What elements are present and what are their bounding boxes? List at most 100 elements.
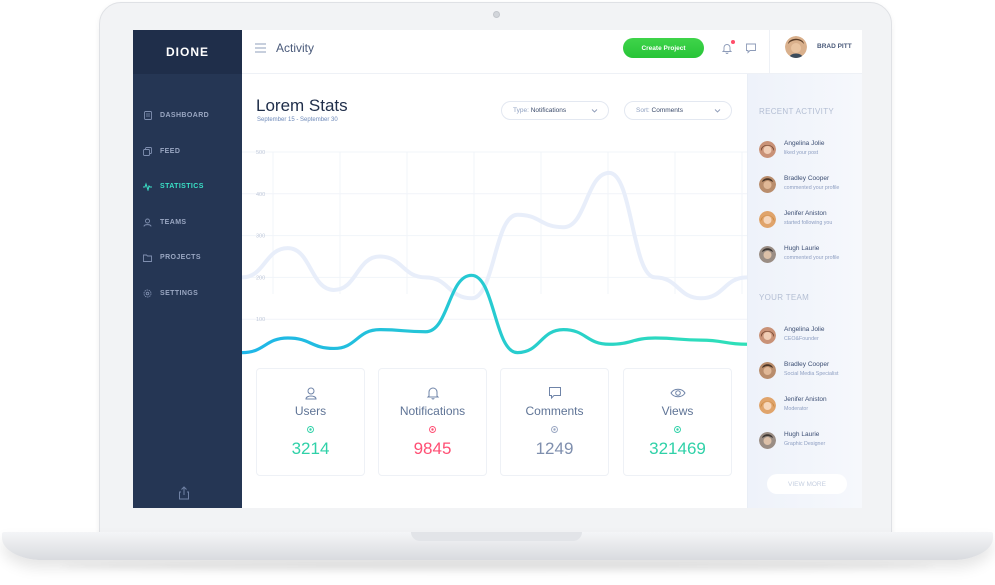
team-item[interactable]: Jenifer Aniston Moderator — [759, 395, 859, 417]
team-member-role: Graphic Designer — [784, 441, 826, 447]
stat-value: 3214 — [291, 439, 330, 458]
page-title: Activity — [276, 41, 315, 55]
brand-logo[interactable]: DIONE — [133, 30, 242, 74]
team-item[interactable]: Bradley Cooper Social Media Specialist — [759, 360, 859, 382]
stat-card-comments[interactable]: Comments 1249 — [500, 368, 609, 476]
activity-desc: commented your profile — [784, 185, 840, 191]
activity-item[interactable]: Jenifer Aniston started following you — [759, 209, 859, 231]
team-member-role: CEO&Founder — [784, 336, 819, 342]
type-filter-dropdown[interactable]: Type: Notifications — [501, 101, 609, 120]
sidebar-item-teams[interactable]: TEAMS — [133, 205, 242, 241]
laptop-mockup: DIONE DASHBOARD FEED STATISTICS TEAMS PR… — [0, 0, 995, 585]
team-member-role: Moderator — [784, 406, 809, 412]
right-panel: RECENT ACTIVITY Angelina Jolie liked you… — [747, 74, 862, 508]
gear-icon — [143, 289, 152, 298]
stat-label: Comments — [525, 404, 584, 418]
laptop-shadow — [60, 561, 935, 571]
activity-desc: started following you — [784, 220, 833, 226]
avatar — [759, 327, 776, 344]
activity-desc: liked your post — [784, 150, 819, 156]
activity-item[interactable]: Bradley Cooper commented your profile — [759, 174, 859, 196]
stat-card-notifications[interactable]: Notifications 9845 — [378, 368, 487, 476]
chat-icon[interactable] — [745, 41, 757, 54]
folder-icon — [143, 253, 152, 262]
stat-label: Views — [661, 404, 694, 418]
stat-value: 1249 — [535, 439, 574, 458]
dropdown-key: Sort: — [636, 107, 650, 114]
file-icon — [143, 111, 152, 121]
y-tick-label: 400 — [256, 192, 265, 198]
sidebar-item-label: PROJECTS — [160, 254, 201, 262]
avatar — [759, 432, 776, 449]
main-content: Lorem Stats September 15 - September 30 … — [242, 74, 747, 508]
sidebar-item-statistics[interactable]: STATISTICS — [133, 169, 242, 205]
recent-activity-heading: RECENT ACTIVITY — [759, 107, 835, 116]
user-icon — [143, 218, 152, 227]
activity-line-chart: 500 400 300 200 100 — [242, 150, 747, 355]
notification-dot — [731, 40, 735, 44]
share-icon[interactable] — [177, 486, 191, 500]
team-item[interactable]: Angelina Jolie CEO&Founder — [759, 325, 859, 347]
y-tick-label: 300 — [256, 234, 265, 240]
avatar — [759, 211, 776, 228]
stat-value: 321469 — [649, 439, 706, 458]
avatar — [759, 141, 776, 158]
avatar — [759, 397, 776, 414]
series-line-primary — [242, 273, 747, 355]
activity-item[interactable]: Angelina Jolie liked your post — [759, 139, 859, 161]
bell-icon — [426, 387, 439, 400]
sidebar-item-label: STATISTICS — [160, 183, 204, 191]
hamburger-menu-icon[interactable] — [255, 43, 266, 53]
user-name[interactable]: BRAD PITT — [817, 43, 852, 50]
activity-name: Hugh Laurie — [784, 245, 820, 252]
activity-item[interactable]: Hugh Laurie commented your profile — [759, 244, 859, 266]
stats-title: Lorem Stats — [256, 96, 348, 115]
stat-card-views[interactable]: Views 321469 — [623, 368, 732, 476]
dropdown-value: Notifications — [530, 107, 567, 114]
team-item[interactable]: Hugh Laurie Graphic Designer — [759, 430, 859, 452]
dropdown-key: Type: — [513, 107, 529, 114]
avatar — [759, 362, 776, 379]
team-member-name: Bradley Cooper — [784, 361, 830, 368]
team-member-name: Hugh Laurie — [784, 431, 820, 438]
sidebar-item-settings[interactable]: SETTINGS — [133, 276, 242, 312]
status-dot-icon — [307, 426, 314, 433]
stat-label: Notifications — [399, 404, 466, 418]
eye-icon — [669, 388, 686, 398]
y-tick-label: 100 — [256, 317, 265, 323]
top-bar: Activity Create Project BRAD PITT — [242, 30, 862, 74]
sidebar-item-label: DASHBOARD — [160, 112, 210, 120]
chat-icon — [548, 387, 561, 400]
sort-filter-dropdown[interactable]: Sort: Comments — [624, 101, 732, 120]
chevron-down-icon — [714, 109, 721, 113]
sidebar-item-label: TEAMS — [160, 218, 187, 226]
your-team-heading: YOUR TEAM — [759, 293, 810, 302]
dropdown-value: Comments — [651, 107, 683, 114]
stat-card-users[interactable]: Users 3214 — [256, 368, 365, 476]
create-project-button[interactable]: Create Project — [623, 38, 704, 58]
sidebar-item-projects[interactable]: PROJECTS — [133, 240, 242, 276]
avatar[interactable] — [785, 36, 807, 58]
sidebar-item-dashboard[interactable]: DASHBOARD — [133, 98, 242, 134]
avatar — [759, 246, 776, 263]
sidebar: DIONE DASHBOARD FEED STATISTICS TEAMS PR… — [133, 30, 242, 508]
avatar — [759, 176, 776, 193]
copy-icon — [143, 146, 152, 156]
divider — [769, 30, 770, 74]
status-dot-icon — [551, 426, 558, 433]
team-member-name: Angelina Jolie — [784, 326, 825, 333]
sidebar-item-label: SETTINGS — [160, 289, 199, 297]
stat-value: 9845 — [413, 439, 452, 458]
sidebar-item-feed[interactable]: FEED — [133, 134, 242, 170]
view-more-button[interactable]: VIEW MORE — [767, 474, 847, 494]
sidebar-nav: DASHBOARD FEED STATISTICS TEAMS PROJECTS… — [133, 98, 242, 311]
stats-date-range: September 15 - September 30 — [257, 117, 338, 123]
y-tick-label: 200 — [256, 275, 265, 281]
team-member-role: Social Media Specialist — [784, 371, 839, 377]
activity-name: Angelina Jolie — [784, 140, 825, 147]
stat-label: Users — [294, 404, 327, 418]
activity-name: Jenifer Aniston — [784, 210, 827, 217]
sidebar-item-label: FEED — [160, 147, 181, 155]
team-member-name: Jenifer Aniston — [784, 396, 827, 403]
activity-name: Bradley Cooper — [784, 175, 830, 182]
